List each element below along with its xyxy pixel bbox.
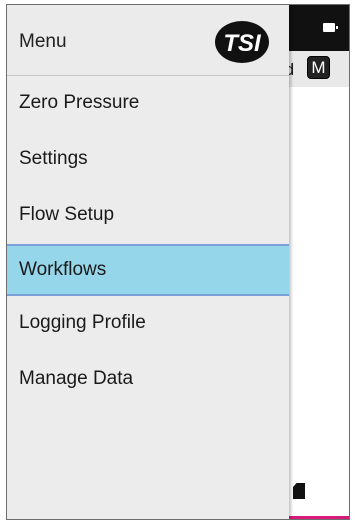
menu-title: Menu [19,31,67,52]
mode-badge[interactable]: M [307,56,330,79]
tsi-logo-text: TSI [223,30,262,57]
menu-item-settings[interactable]: Settings [7,132,289,188]
menu-item-zero-pressure[interactable]: Zero Pressure [7,76,289,132]
tsi-logo: TSI [215,21,269,63]
battery-icon [323,23,338,32]
drawer-header: Menu TSI [7,5,289,76]
menu-item-logging-profile[interactable]: Logging Profile [7,296,289,352]
menu-list: Zero Pressure Settings Flow Setup Workfl… [7,76,289,408]
menu-drawer: Menu TSI Zero Pressure Settings Flow Set… [7,5,289,519]
sd-card-icon[interactable] [293,483,305,499]
bottom-tab-indicator [287,516,349,519]
device-screen: rd M Menu TSI Zero Pressure Settings Flo… [6,4,350,520]
menu-item-flow-setup[interactable]: Flow Setup [7,188,289,244]
menu-item-workflows[interactable]: Workflows [7,244,289,296]
menu-item-manage-data[interactable]: Manage Data [7,352,289,408]
